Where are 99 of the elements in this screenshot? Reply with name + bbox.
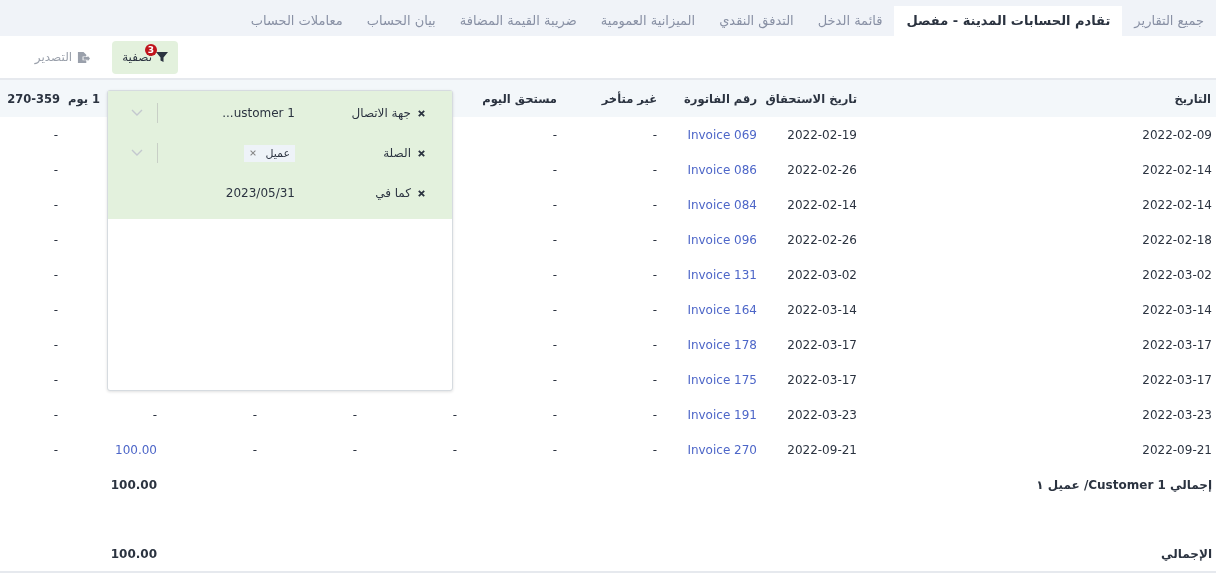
table-link[interactable]: Invoice 069	[687, 127, 757, 142]
table-cell: -	[552, 302, 557, 317]
column-header: تاريخ الاستحقاق	[765, 91, 857, 106]
table-cell: 2022-03-17	[1142, 337, 1212, 352]
table-cell: 2022-03-02	[1142, 267, 1212, 282]
table-cell: -	[252, 442, 257, 457]
table-cell: 2022-02-14	[1142, 162, 1212, 177]
subtotal-label: إجمالي 1 Customer/ عميل ١	[1036, 477, 1212, 492]
table-cell: 2022-03-02	[787, 267, 857, 282]
column-header: التاريخ	[1174, 91, 1211, 106]
table-cell: -	[652, 302, 657, 317]
table-cell: 2022-02-09	[1142, 127, 1212, 142]
table-cell: -	[552, 197, 557, 212]
table-link[interactable]: Invoice 270	[687, 442, 757, 457]
table-cell: -	[152, 407, 157, 422]
table-cell: -	[552, 442, 557, 457]
column-header: مستحق اليوم	[482, 91, 557, 106]
filter-icon	[156, 51, 168, 63]
table-cell: -	[652, 267, 657, 282]
table-cell: 2022-03-17	[787, 372, 857, 387]
table-link[interactable]: Invoice 096	[687, 232, 757, 247]
table-cell: -	[53, 267, 58, 282]
tag-chip[interactable]: عميل	[244, 144, 295, 162]
report-tab[interactable]: جميع التقارير	[1122, 6, 1216, 36]
table-cell: -	[652, 127, 657, 142]
table-cell: 2022-03-17	[1142, 372, 1212, 387]
table-cell: 2022-02-26	[787, 232, 857, 247]
report-tab[interactable]: معاملات الحساب	[238, 6, 355, 36]
table-cell: -	[53, 232, 58, 247]
filter-label: الصلة	[382, 146, 411, 160]
report-tab[interactable]: قائمة الدخل	[805, 6, 895, 36]
table-cell: -	[452, 442, 457, 457]
table-cell: -	[652, 442, 657, 457]
table-cell: -	[53, 162, 58, 177]
remove-icon[interactable]	[417, 148, 426, 158]
filter-label: جهة الاتصال	[350, 106, 411, 120]
table-cell: 2022-03-17	[787, 337, 857, 352]
table-cell: -	[652, 232, 657, 247]
table-cell: 2022-02-26	[787, 162, 857, 177]
table-cell: -	[552, 337, 557, 352]
report-tab[interactable]: التدفق النقدي	[707, 6, 806, 36]
total-value: 100.00	[110, 546, 157, 561]
table-cell: -	[652, 372, 657, 387]
table-link[interactable]: Invoice 084	[687, 197, 757, 212]
table-cell: 2022-09-21	[787, 442, 857, 457]
total-label: الإجمالي	[1161, 546, 1212, 561]
table-link[interactable]: Invoice 131	[687, 267, 757, 282]
report-tab[interactable]: تقادم الحسابات المدينة - مفصل	[894, 6, 1123, 36]
table-cell: -	[652, 162, 657, 177]
table-link[interactable]: Invoice 164	[687, 302, 757, 317]
export-icon	[77, 50, 91, 64]
table-cell: -	[552, 372, 557, 387]
table-cell: -	[652, 407, 657, 422]
table-cell: 2022-03-23	[1142, 407, 1212, 422]
table-cell: -	[552, 407, 557, 422]
report-tab[interactable]: ضريبة القيمة المضافة	[447, 6, 589, 36]
date-value[interactable]: 2023/05/31	[225, 186, 295, 200]
table-cell: -	[452, 407, 457, 422]
table-cell: -	[552, 232, 557, 247]
table-cell: 2022-02-18	[1142, 232, 1212, 247]
remove-icon[interactable]	[417, 188, 426, 198]
table-cell: -	[53, 407, 58, 422]
table-cell: -	[53, 302, 58, 317]
table-link[interactable]: Invoice 175	[687, 372, 757, 387]
column-header: غير متأخر	[601, 91, 657, 106]
filter-label: كما في	[374, 186, 411, 200]
table-link[interactable]: Invoice 191	[687, 407, 757, 422]
table-cell: -	[53, 127, 58, 142]
table-cell: 2022-03-14	[787, 302, 857, 317]
table-cell: -	[552, 162, 557, 177]
table-cell: -	[552, 127, 557, 142]
table-cell: -	[53, 372, 58, 387]
report-tab[interactable]: بيان الحساب	[354, 6, 448, 36]
table-cell: -	[552, 267, 557, 282]
table-cell: -	[53, 442, 58, 457]
table-cell: -	[652, 197, 657, 212]
table-cell: 2022-09-21	[1142, 442, 1212, 457]
table-cell: 2022-02-14	[787, 197, 857, 212]
table-link[interactable]: 100.00	[115, 442, 157, 457]
table-link[interactable]: Invoice 086	[687, 162, 757, 177]
table-cell: -	[252, 407, 257, 422]
filter-value[interactable]: ...ustomer 1	[222, 106, 295, 120]
subtotal-value: 100.00	[110, 477, 157, 492]
table-cell: 2022-02-19	[787, 127, 857, 142]
table-cell: 2022-03-14	[1142, 302, 1212, 317]
table-cell: -	[352, 407, 357, 422]
column-header: رقم الفاتورة	[684, 91, 757, 106]
column-header: 270-359	[7, 91, 60, 106]
table-cell: -	[53, 337, 58, 352]
table-cell: 2022-03-23	[787, 407, 857, 422]
table-cell: -	[352, 442, 357, 457]
column-header: 1 يوم	[68, 91, 100, 106]
report-tab[interactable]: الميزانية العمومية	[588, 6, 708, 36]
table-cell: -	[652, 337, 657, 352]
remove-icon[interactable]	[417, 108, 426, 118]
count-badge: 3	[145, 43, 157, 56]
table-cell: 2022-02-14	[1142, 197, 1212, 212]
table-link[interactable]: Invoice 178	[687, 337, 757, 352]
table-cell: -	[53, 197, 58, 212]
